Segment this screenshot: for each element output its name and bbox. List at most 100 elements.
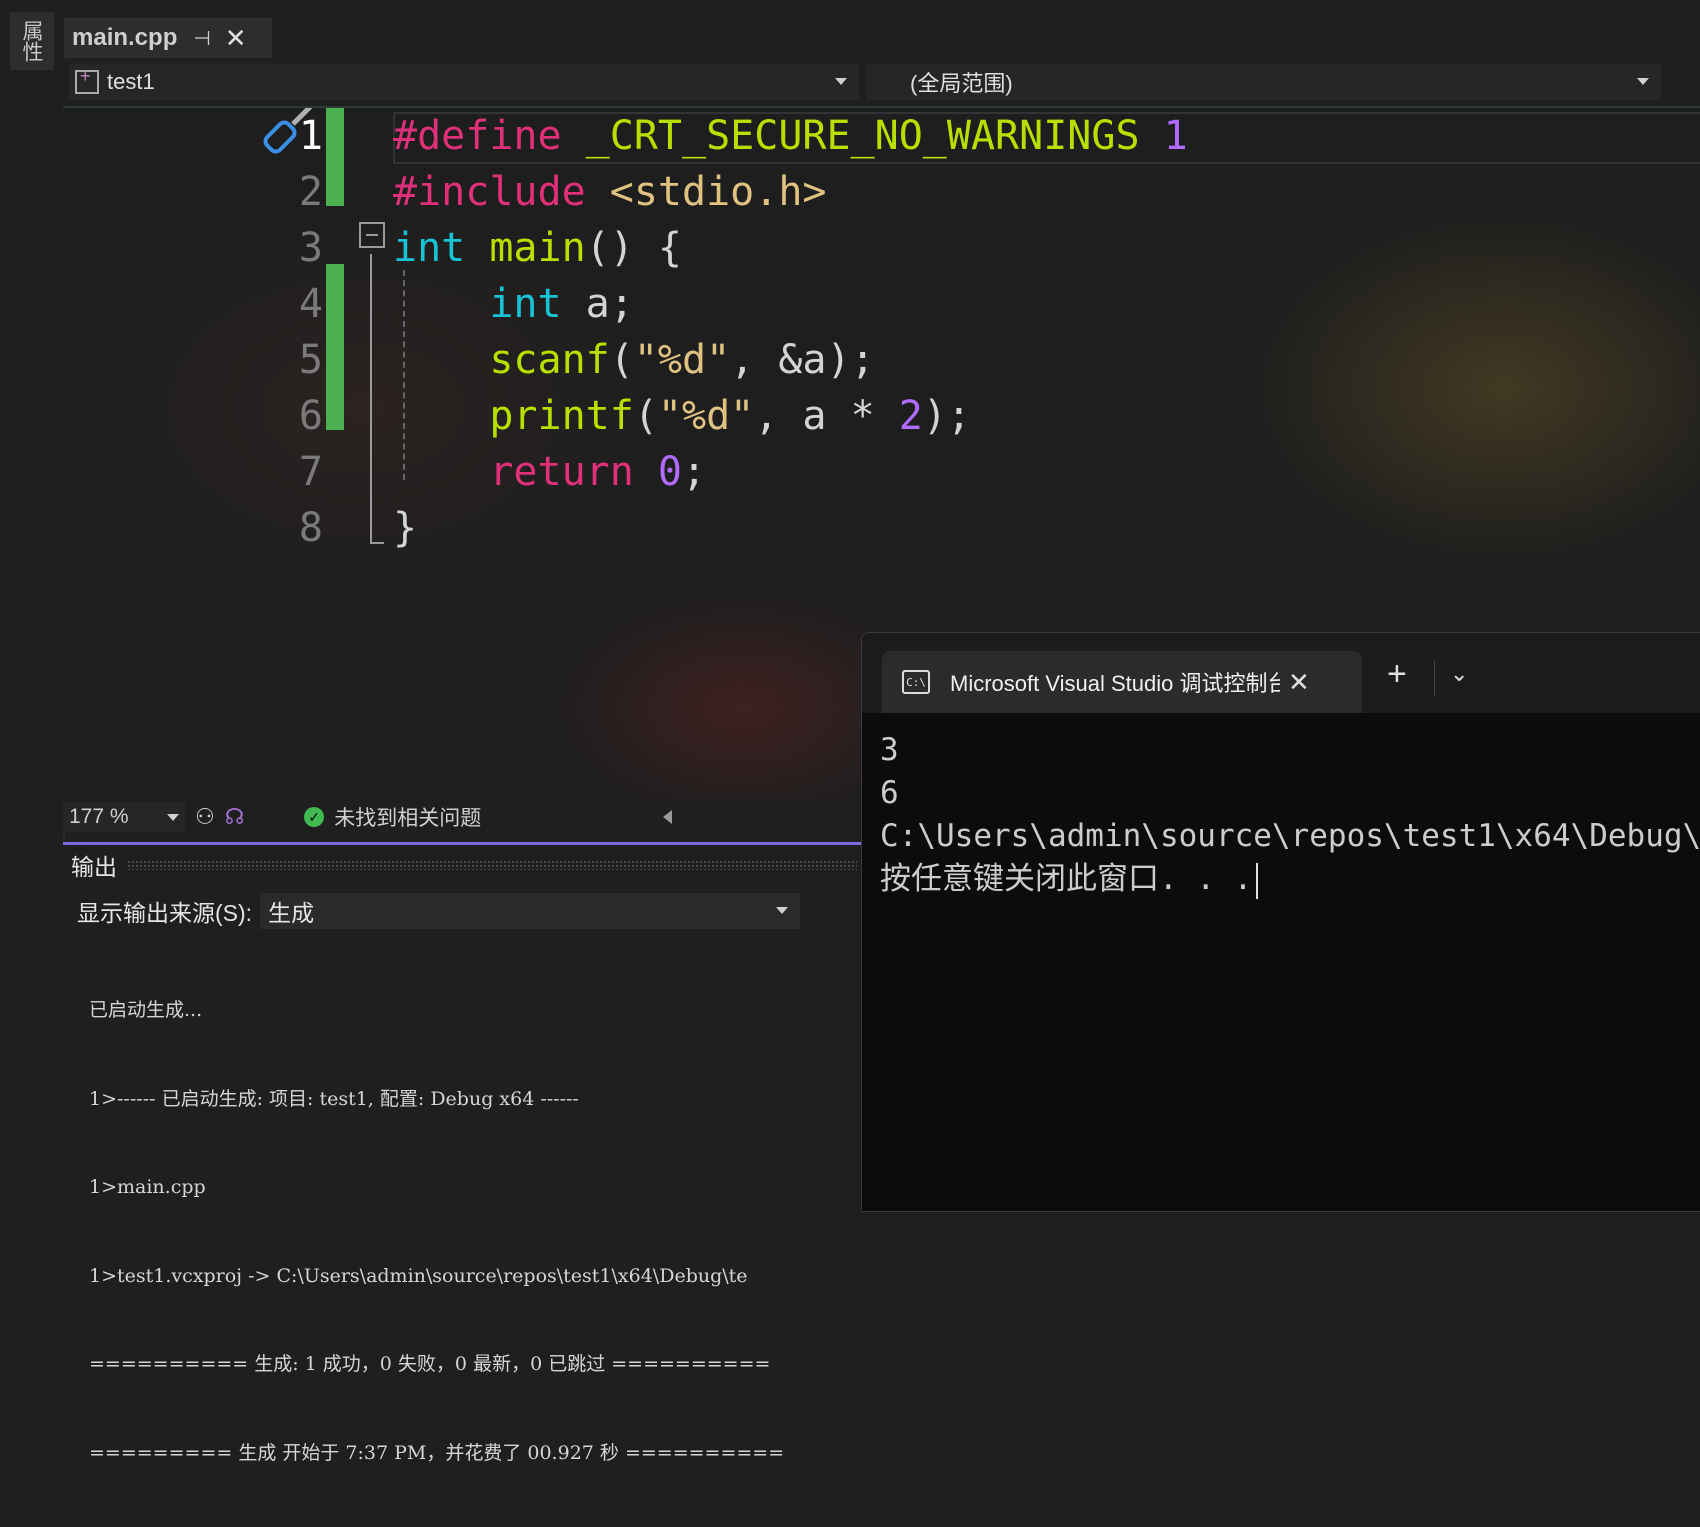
code-line[interactable]: 8} [63, 498, 1700, 558]
code-token: ; [682, 449, 707, 495]
output-line: 1>test1.vcxproj -> C:\Users\admin\source… [89, 1264, 748, 1287]
code-token: return [489, 449, 658, 495]
code-token: ( [609, 337, 634, 383]
code-line[interactable]: 4 int a; [63, 274, 1700, 334]
code-text: #define _CRT_SECURE_NO_WARNINGS 1 [393, 108, 1188, 166]
code-token: 1 [1163, 113, 1188, 159]
code-token: "%d" [657, 393, 755, 439]
output-header: 输出 [63, 845, 863, 885]
code-text: scanf("%d", &a); [393, 330, 875, 390]
close-icon[interactable]: ✕ [225, 23, 247, 54]
code-token: <stdio.h> [609, 169, 827, 215]
code-token: } [393, 505, 418, 551]
code-line[interactable]: 7 return 0; [63, 442, 1700, 502]
code-line[interactable]: 2 #include <stdio.h> [63, 162, 1700, 222]
line-number: 7 [298, 449, 323, 495]
code-token: main [489, 225, 586, 271]
code-line[interactable]: 5 scanf("%d", &a); [63, 330, 1700, 390]
output-source-row: 显示输出来源(S): 生成 [63, 891, 863, 931]
terminal-tab-title: Microsoft Visual Studio 调试控制台 [950, 671, 1280, 696]
code-text: printf("%d", a * 2); [393, 386, 971, 446]
code-token: ); [922, 393, 972, 439]
line-number: 3 [298, 225, 323, 271]
zoom-dropdown[interactable]: 177 % [63, 802, 185, 832]
pin-icon[interactable]: ⊣ [193, 26, 210, 51]
console-icon: C:\ [902, 670, 930, 694]
zoom-level: 177 % [69, 805, 129, 828]
output-text[interactable]: 已启动生成... 1>------ 已启动生成: 项目: test1, 配置: … [63, 937, 863, 1527]
line-number: 4 [298, 281, 323, 327]
code-token: int [393, 225, 490, 271]
output-source-select[interactable]: 生成 [260, 893, 801, 929]
properties-label: 属性 [20, 20, 44, 62]
chevron-down-icon [776, 907, 789, 914]
code-line[interactable]: 6 printf("%d", a * 2); [63, 386, 1700, 446]
tab-main-cpp[interactable]: main.cpp ⊣ ✕ [64, 18, 272, 58]
scroll-left-icon[interactable] [663, 810, 672, 824]
chevron-down-icon [835, 78, 847, 85]
code-token: a; [585, 281, 634, 327]
terminal-titlebar: C:\ Microsoft Visual Studio 调试控制台 ✕ + ⌄ [862, 633, 1700, 713]
navigation-bar: test1 (全局范围) [63, 60, 1700, 109]
code-line[interactable]: 3 int main() { [63, 218, 1700, 278]
code-token: 0 [657, 449, 682, 495]
output-line: 1>------ 已启动生成: 项目: test1, 配置: Debug x64… [89, 1087, 579, 1110]
code-token: "%d" [633, 337, 731, 383]
project-name: test1 [107, 69, 155, 94]
output-title: 输出 [71, 854, 117, 880]
chevron-down-icon [167, 814, 179, 821]
close-icon[interactable]: ✕ [1288, 667, 1310, 698]
tab-filename: main.cpp [72, 24, 178, 51]
issues-status[interactable]: 未找到相关问题 [334, 802, 481, 832]
code-token: 2 [898, 393, 923, 439]
code-token: int [489, 281, 586, 327]
line-number: 2 [298, 169, 323, 215]
new-tab-button[interactable]: + [1387, 655, 1407, 694]
code-token: , a * [754, 393, 899, 439]
left-sidebar: 属性 [0, 0, 65, 1210]
code-token: _CRT_SECURE_NO_WARNINGS [585, 113, 1164, 159]
line-number: 8 [298, 505, 323, 551]
editor-status-bar: 177 % ⚇ ☊ ✓ 未找到相关问题 [63, 800, 863, 834]
debug-console-window[interactable]: C:\ Microsoft Visual Studio 调试控制台 ✕ + ⌄ … [861, 632, 1700, 1212]
copilot-icon[interactable]: ⚇ [195, 804, 215, 830]
terminal-line: 6 [880, 775, 899, 811]
intellicode-icon[interactable]: ☊ [225, 804, 245, 830]
code-token: scanf [489, 337, 610, 383]
check-icon: ✓ [304, 807, 325, 827]
output-panel: 输出 显示输出来源(S): 生成 已启动生成... 1>------ 已启动生成… [63, 842, 863, 1464]
line-number: 1 [298, 113, 323, 159]
document-tab-bar: main.cpp ⊣ ✕ [63, 0, 1700, 58]
panel-grip[interactable] [127, 860, 857, 870]
chevron-down-icon[interactable]: ⌄ [1450, 661, 1468, 687]
text-cursor [1256, 862, 1259, 899]
output-line: ========== 生成: 1 成功，0 失败，0 最新，0 已跳过 ====… [89, 1353, 771, 1375]
output-line: ========= 生成 开始于 7:37 PM，并花费了 00.927 秒 =… [89, 1441, 785, 1464]
line-number: 5 [298, 337, 323, 383]
code-token: #define [393, 113, 586, 159]
scope-dropdown[interactable]: (全局范围) [866, 64, 1661, 100]
output-source-value: 生成 [268, 900, 315, 926]
code-text: int main() { [393, 218, 682, 278]
code-token: , &a); [730, 337, 875, 383]
output-line: 已启动生成... [89, 999, 203, 1021]
properties-panel-tab[interactable]: 属性 [10, 12, 54, 70]
project-icon [75, 66, 99, 94]
code-token: ( [633, 393, 658, 439]
terminal-line: 按任意键关闭此窗口. . . [880, 858, 1700, 901]
terminal-line: C:\Users\admin\source\repos\test1\x64\De… [880, 818, 1700, 854]
code-line[interactable]: 1 #define _CRT_SECURE_NO_WARNINGS 1 [63, 108, 1700, 166]
line-number: 6 [298, 393, 323, 439]
code-text: #include <stdio.h> [393, 162, 827, 222]
code-token: #include [393, 169, 610, 215]
terminal-prompt-text: 按任意键关闭此窗口. . . [880, 861, 1253, 897]
terminal-output[interactable]: 3 6 C:\Users\admin\source\repos\test1\x64\… [880, 729, 1700, 901]
code-text: return 0; [393, 442, 706, 502]
code-text: int a; [393, 274, 634, 334]
terminal-tab[interactable]: C:\ Microsoft Visual Studio 调试控制台 ✕ [882, 651, 1362, 713]
output-source-label: 显示输出来源(S): [77, 900, 253, 926]
scope-name: (全局范围) [910, 71, 1013, 96]
project-dropdown[interactable]: test1 [69, 64, 859, 100]
